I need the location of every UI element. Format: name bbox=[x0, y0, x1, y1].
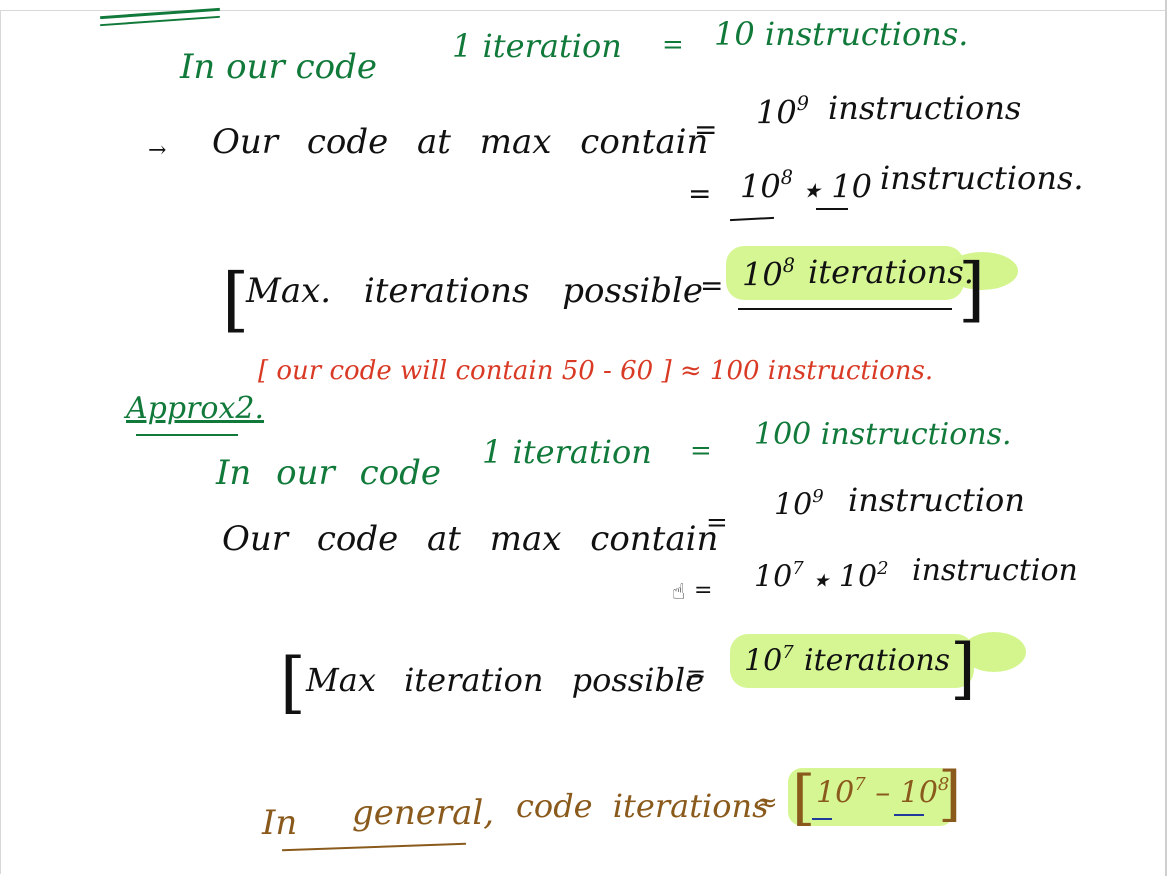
a1-line3-expr: 108 ★ 10 bbox=[740, 166, 872, 206]
general-underline-1 bbox=[812, 818, 832, 820]
a2-line3-times: ★ bbox=[813, 570, 830, 592]
a2-line2-eq: = bbox=[706, 508, 728, 538]
a2-result-power: 107 bbox=[744, 644, 794, 677]
a1-line2-arrow: → bbox=[148, 138, 167, 163]
general-approx: ≈ bbox=[756, 788, 778, 818]
a2-line1-lhs: In our code bbox=[216, 453, 441, 493]
a1-line1-lhs: In our code bbox=[180, 47, 377, 87]
a1-line1-rhs: 10 instructions. bbox=[714, 15, 969, 53]
a2-line3-exp2: 2 bbox=[877, 558, 889, 579]
general-mid: code iterations bbox=[516, 787, 769, 825]
a2-line2-exp: 9 bbox=[812, 486, 824, 507]
a1-result-underline bbox=[738, 308, 952, 310]
a1-line2-eq: = bbox=[694, 113, 718, 146]
general-dash: – bbox=[875, 775, 891, 811]
a1-result-exp: 8 bbox=[782, 254, 795, 277]
a1-line2-lhs: Our code at max contain bbox=[212, 122, 709, 162]
a2-result-base: 10 bbox=[744, 643, 783, 679]
a2-line1-mid: 1 iteration bbox=[482, 433, 652, 471]
a2-line2-lhs: Our code at max contain bbox=[222, 519, 719, 559]
a1-line2-base: 10 bbox=[756, 93, 797, 132]
a1-result-eq: = bbox=[700, 269, 724, 302]
a1-result-power: 108 bbox=[742, 254, 795, 294]
a2-label: Approx2. bbox=[126, 391, 265, 426]
a2-line1-eq: = bbox=[690, 436, 712, 466]
a2-result-close-bracket: ] bbox=[950, 630, 976, 707]
a1-line2-power: 109 bbox=[756, 92, 809, 132]
a2-line3-eq: = bbox=[694, 578, 713, 603]
general-close-bracket: ] bbox=[938, 759, 962, 829]
a1-line1-eq: = bbox=[662, 30, 684, 60]
a2-line1-rhs: 100 instructions. bbox=[754, 417, 1012, 452]
general-in: In bbox=[262, 803, 298, 843]
a1-line3-factor: 10 bbox=[831, 167, 872, 206]
a2-result-unit: iterations bbox=[804, 643, 951, 678]
general-base1: 10 bbox=[816, 775, 855, 811]
a1-line3-underbrace-2 bbox=[816, 208, 848, 210]
a2-line2-base: 10 bbox=[774, 487, 813, 523]
a1-line3-exp: 8 bbox=[780, 166, 793, 189]
a2-result-eq: = bbox=[686, 660, 707, 688]
a2-line3-exp1: 7 bbox=[792, 558, 804, 579]
a1-line3-eq: = bbox=[688, 177, 712, 210]
a2-line3-base1: 10 bbox=[754, 559, 793, 595]
a1-line3-unit: instructions. bbox=[880, 159, 1084, 197]
a2-result-open-bracket: [ bbox=[280, 644, 306, 721]
a2-result-exp: 7 bbox=[782, 642, 794, 663]
a1-result-unit: iterations. bbox=[808, 253, 974, 291]
general-range: 107 – 108 bbox=[816, 776, 949, 809]
a1-result-base: 10 bbox=[742, 255, 783, 294]
hand-pointer-icon: ☝ bbox=[672, 580, 686, 605]
a2-line2-unit: instruction bbox=[848, 481, 1025, 519]
a2-line2-power: 109 bbox=[774, 488, 824, 521]
a2-line3-expr: 107 ★ 102 bbox=[754, 560, 889, 593]
a2-result-lhs: Max iteration possible bbox=[306, 661, 705, 699]
a1-result-lhs: Max. iterations possible bbox=[246, 271, 703, 311]
general-underline-2 bbox=[894, 814, 924, 816]
a1-result-close-bracket: ] bbox=[958, 248, 986, 330]
a2-line3-base2: 10 bbox=[838, 559, 878, 595]
a1-line3-times: ★ bbox=[803, 178, 822, 203]
a2-line3-unit: instruction bbox=[912, 553, 1078, 588]
general-exp1: 7 bbox=[854, 774, 866, 795]
general-word: general, bbox=[352, 793, 495, 833]
a1-line3-base: 10 bbox=[740, 167, 781, 206]
general-base2: 10 bbox=[899, 775, 938, 811]
a2-label-double-underline bbox=[136, 434, 238, 436]
a1-line2-unit: instructions bbox=[828, 89, 1022, 127]
a1-line2-exp: 9 bbox=[796, 92, 809, 115]
a1-line1-mid: 1 iteration bbox=[452, 27, 622, 65]
a2-note: [ our code will contain 50 - 60 ] ≈ 100 … bbox=[258, 356, 934, 386]
